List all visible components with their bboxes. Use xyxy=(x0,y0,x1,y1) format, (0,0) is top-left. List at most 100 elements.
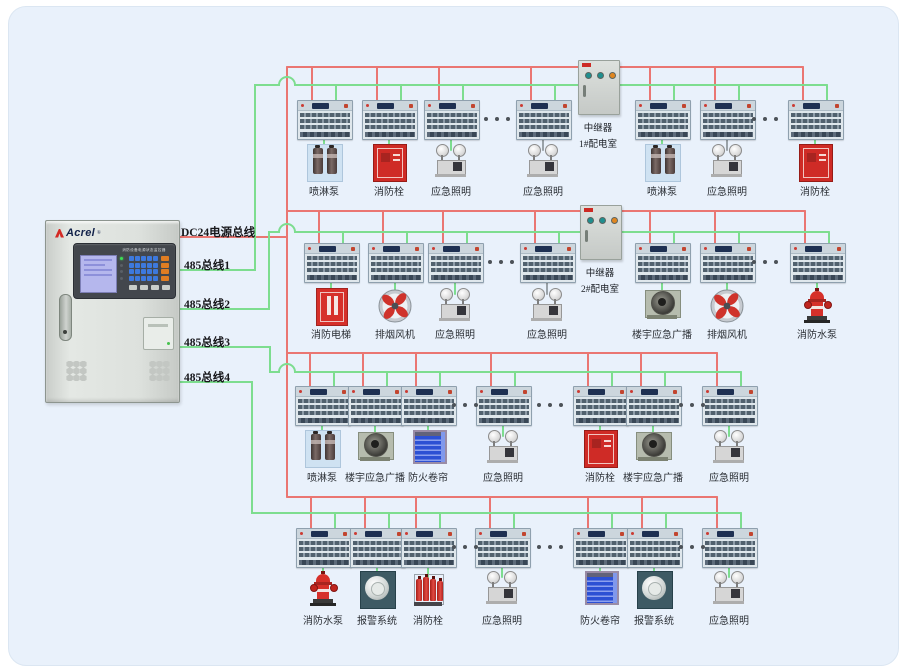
broadcast-speaker-icon xyxy=(645,288,679,324)
panel-title: 消防设备电源状态监控器 xyxy=(119,247,169,252)
device-label: 消防水泵 xyxy=(772,326,862,341)
relay-cabinet-label: 中继器 xyxy=(560,265,640,279)
fire-elevator-icon xyxy=(316,288,346,324)
vent-grille-icon: ⬢⬢⬢⬢⬢⬢⬢⬢⬢ xyxy=(63,361,89,381)
power-monitor-module xyxy=(428,243,484,283)
hydrant-box-icon xyxy=(373,144,405,180)
pump-icon xyxy=(307,144,341,180)
bus-label-485-1: 485总线1 xyxy=(184,257,230,273)
emergency-light-icon xyxy=(485,571,519,607)
smoke-detector-icon xyxy=(637,571,671,607)
relay-cabinet-label: 1#配电室 xyxy=(558,136,638,150)
device-label: 消防栓 xyxy=(770,183,860,198)
device-label: 应急照明 xyxy=(410,326,500,341)
ellipsis-more-devices xyxy=(679,403,705,407)
function-key-row xyxy=(129,285,171,290)
power-monitor-module xyxy=(401,528,457,568)
power-monitor-module xyxy=(635,243,691,283)
ellipsis-more-devices xyxy=(452,545,478,549)
monitor-panel: Acrel ® 消防设备电源状态监控器 ⬢⬢⬢⬢⬢⬢⬢⬢⬢ ⬢⬢⬢⬢⬢⬢⬢⬢⬢ xyxy=(45,220,180,403)
power-monitor-module xyxy=(475,528,531,568)
bus-label-dc24: DC24电源总线 xyxy=(181,224,255,240)
power-monitor-module xyxy=(476,386,532,426)
ellipsis-more-devices xyxy=(752,117,778,121)
broadcast-speaker-icon xyxy=(358,430,392,466)
ellipsis-more-devices xyxy=(452,403,478,407)
vent-grille-icon: ⬢⬢⬢⬢⬢⬢⬢⬢⬢ xyxy=(146,361,172,381)
panel-bezel: 消防设备电源状态监控器 xyxy=(73,243,176,299)
emergency-light-icon xyxy=(438,288,472,324)
power-monitor-module xyxy=(702,386,758,426)
roller-shutter-icon xyxy=(413,430,443,466)
broadcast-speaker-icon xyxy=(636,430,670,466)
relay-cabinet-label: 2#配电室 xyxy=(560,281,640,295)
power-monitor-module xyxy=(304,243,360,283)
brand-name: Acrel xyxy=(66,227,95,239)
power-monitor-module xyxy=(424,100,480,140)
acrel-logo-icon xyxy=(55,229,64,238)
status-led-column xyxy=(119,257,126,283)
emergency-light-icon xyxy=(434,144,468,180)
device-label: 应急照明 xyxy=(457,612,547,627)
emergency-light-icon xyxy=(710,144,744,180)
power-monitor-module xyxy=(573,528,629,568)
ellipsis-more-devices xyxy=(537,545,563,549)
bus-label-485-4: 485总线4 xyxy=(184,369,230,385)
registered-mark: ® xyxy=(97,231,101,236)
power-monitor-module xyxy=(348,386,404,426)
extinguisher-icon xyxy=(412,571,444,607)
power-monitor-module xyxy=(296,528,352,568)
power-monitor-module xyxy=(788,100,844,140)
ellipsis-more-devices xyxy=(537,403,563,407)
acrel-logo: Acrel ® xyxy=(55,226,101,240)
device-label: 应急照明 xyxy=(498,183,588,198)
device-label: 应急照明 xyxy=(406,183,496,198)
power-monitor-module xyxy=(362,100,418,140)
device-label: 排烟风机 xyxy=(682,326,772,341)
power-monitor-module xyxy=(401,386,457,426)
power-monitor-module xyxy=(297,100,353,140)
blue-keypad xyxy=(129,256,158,281)
orange-key-column xyxy=(161,256,169,281)
device-label: 应急照明 xyxy=(682,183,772,198)
power-monitor-module xyxy=(295,386,351,426)
pump-icon xyxy=(645,144,679,180)
fire-pump-icon xyxy=(309,571,337,607)
cabinet-handle xyxy=(59,294,72,341)
power-monitor-module xyxy=(635,100,691,140)
smoke-detector-icon xyxy=(360,571,394,607)
bus-label-485-3: 485总线3 xyxy=(184,334,230,350)
ellipsis-more-devices xyxy=(484,117,510,121)
emergency-light-icon xyxy=(530,288,564,324)
relay-cabinet xyxy=(580,205,622,260)
hydrant-box-icon xyxy=(584,430,616,466)
panel-printer xyxy=(143,317,174,350)
power-monitor-module xyxy=(790,243,846,283)
power-monitor-module xyxy=(350,528,406,568)
device-label: 应急照明 xyxy=(684,469,774,484)
emergency-light-icon xyxy=(486,430,520,466)
emergency-light-icon xyxy=(712,430,746,466)
power-monitor-module xyxy=(702,528,758,568)
ellipsis-more-devices xyxy=(488,260,514,264)
power-monitor-module xyxy=(368,243,424,283)
relay-cabinet-label: 中继器 xyxy=(558,120,638,134)
relay-cabinet xyxy=(578,60,620,115)
ellipsis-more-devices xyxy=(752,260,778,264)
exhaust-fan-icon xyxy=(709,288,745,324)
fire-pump-icon xyxy=(803,288,831,324)
power-monitor-module xyxy=(627,528,683,568)
power-monitor-module xyxy=(573,386,629,426)
power-monitor-module xyxy=(626,386,682,426)
bus-label-485-2: 485总线2 xyxy=(184,296,230,312)
ellipsis-more-devices xyxy=(679,545,705,549)
pump-icon xyxy=(305,430,339,466)
fire-power-monitoring-system-diagram: Acrel ® 消防设备电源状态监控器 ⬢⬢⬢⬢⬢⬢⬢⬢⬢ ⬢⬢⬢⬢⬢⬢⬢⬢⬢ … xyxy=(0,0,905,671)
power-monitor-module xyxy=(700,243,756,283)
device-label: 应急照明 xyxy=(684,612,774,627)
emergency-light-icon xyxy=(712,571,746,607)
emergency-light-icon xyxy=(526,144,560,180)
power-monitor-module xyxy=(700,100,756,140)
hydrant-box-icon xyxy=(799,144,831,180)
device-label: 应急照明 xyxy=(458,469,548,484)
